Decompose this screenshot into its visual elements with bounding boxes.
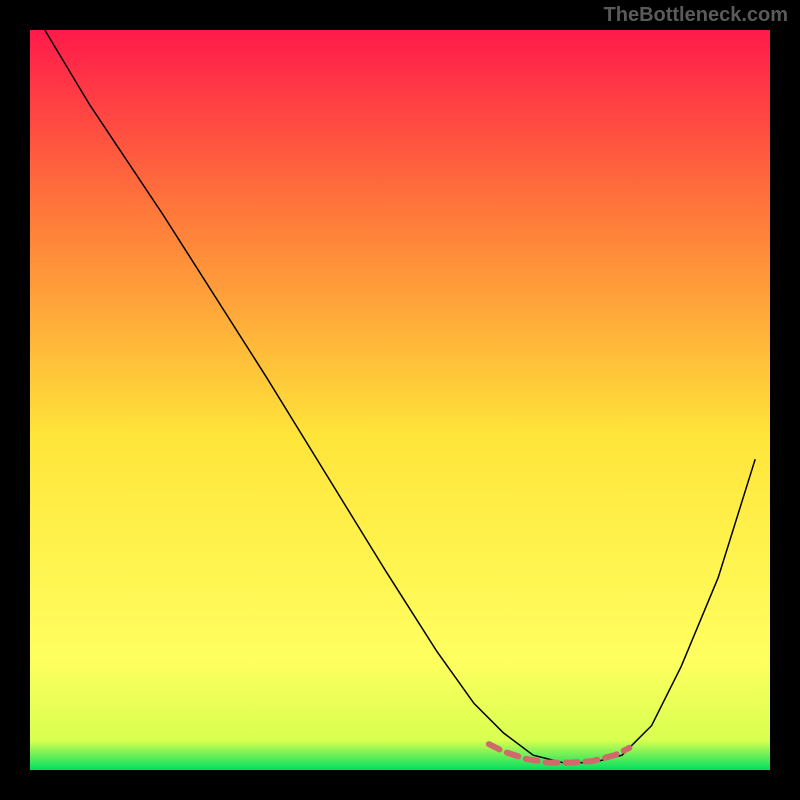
gradient-background <box>30 30 770 770</box>
chart-svg <box>30 30 770 770</box>
chart-container <box>30 30 770 770</box>
watermark-text: TheBottleneck.com <box>604 4 788 27</box>
